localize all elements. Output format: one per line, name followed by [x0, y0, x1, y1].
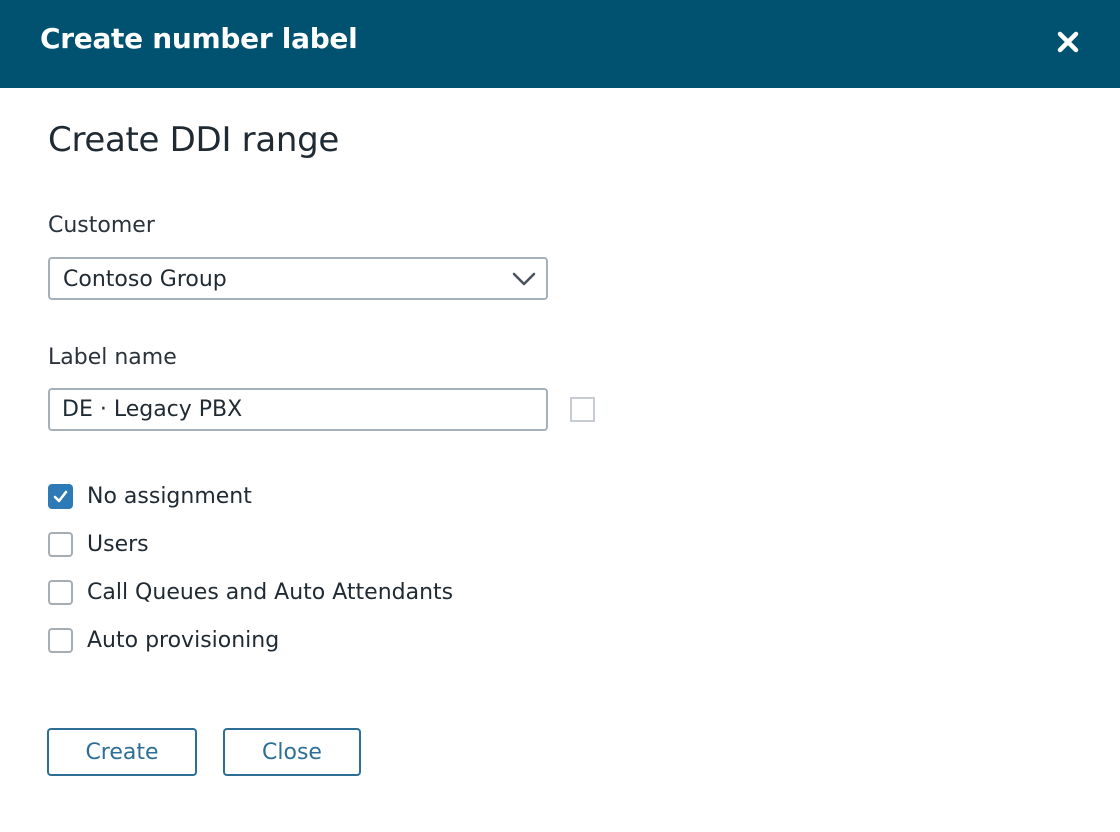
option-call-queues-auto-attendants[interactable]: Call Queues and Auto Attendants: [48, 578, 453, 606]
option-auto-provisioning[interactable]: Auto provisioning: [48, 626, 279, 654]
dialog-title: Create number label: [40, 22, 358, 55]
close-icon[interactable]: [1050, 24, 1086, 60]
checkmark-icon: [53, 490, 68, 502]
label-name-input[interactable]: [48, 388, 548, 431]
option-label: Auto provisioning: [87, 627, 280, 653]
option-label: Call Queues and Auto Attendants: [87, 579, 454, 605]
create-button[interactable]: Create: [47, 728, 197, 776]
form-heading: Create DDI range: [48, 120, 340, 160]
create-number-label-dialog: Create number label Create DDI range Cus…: [0, 0, 1120, 832]
chevron-down-icon: [510, 267, 538, 291]
option-users[interactable]: Users: [48, 530, 149, 558]
label-name-label: Label name: [48, 345, 177, 370]
label-name-checkbox[interactable]: [570, 397, 595, 422]
dialog-header: Create number label: [0, 0, 1120, 88]
customer-label: Customer: [48, 213, 155, 238]
option-label: Users: [87, 531, 149, 557]
checkbox[interactable]: [48, 531, 73, 557]
checkbox[interactable]: [48, 627, 73, 653]
option-label: No assignment: [87, 483, 252, 509]
option-no-assignment[interactable]: No assignment: [48, 482, 252, 510]
customer-select[interactable]: Contoso Group: [48, 257, 548, 300]
checkbox[interactable]: [48, 579, 73, 605]
customer-select-value: Contoso Group: [63, 267, 227, 292]
close-button[interactable]: Close: [223, 728, 361, 776]
checkbox-checked[interactable]: [48, 483, 73, 509]
